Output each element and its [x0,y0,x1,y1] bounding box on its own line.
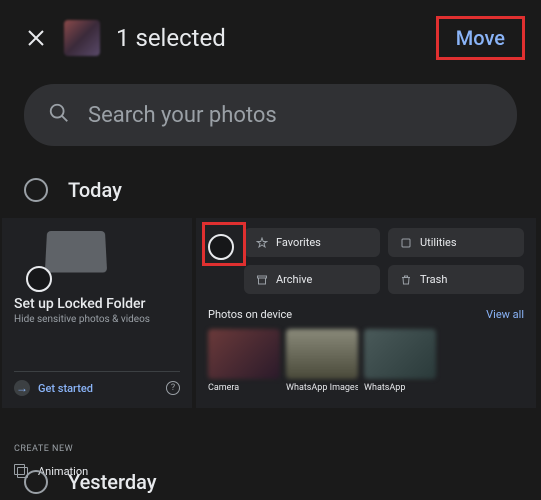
section-title: Today [68,178,122,202]
locked-folder-title: Set up Locked Folder [14,296,180,312]
create-label: CREATE NEW [14,444,180,454]
help-icon[interactable]: ? [166,381,180,395]
chip-label: Utilities [420,236,457,249]
device-header: Photos on device [208,308,292,321]
highlight-box [436,16,525,60]
device-folder[interactable]: WhatsApp [364,329,436,393]
move-button[interactable]: Move [444,20,517,56]
photo-grid: Set up Locked Folder Hide sensitive phot… [0,214,541,412]
archive-icon [256,274,268,286]
arrow-icon: → [14,380,30,396]
device-folder[interactable]: Camera [208,329,280,393]
select-all-today[interactable] [24,178,48,202]
folder-thumb [364,329,436,379]
locked-folder-card[interactable]: Set up Locked Folder Hide sensitive phot… [2,218,192,408]
folder-label: WhatsApp [364,383,436,393]
trash-icon [400,274,412,286]
folder-label: Camera [208,383,280,393]
section-yesterday: Yesterday [24,470,157,494]
utilities-icon [400,237,412,249]
get-started-button[interactable]: → Get started [14,380,93,396]
search-input[interactable]: Search your photos [24,84,517,146]
chip-label: Trash [420,273,447,286]
close-icon[interactable] [24,26,48,50]
search-icon [48,102,70,128]
favorites-chip[interactable]: Favorites [244,228,380,257]
device-folder[interactable]: WhatsApp Images [286,329,358,393]
library-card[interactable]: Favorites Utilities Archive Trash Photos… [196,218,536,408]
archive-chip[interactable]: Archive [244,265,380,294]
search-placeholder: Search your photos [88,103,277,128]
section-today: Today [0,166,541,214]
photo-select-radio[interactable] [26,266,52,292]
header: 1 selected Move [0,0,541,72]
trash-chip[interactable]: Trash [388,265,524,294]
folder-icon [45,231,107,272]
select-all-yesterday[interactable] [24,470,48,494]
highlight-box [202,222,246,266]
star-icon [256,237,268,249]
section-title: Yesterday [68,470,157,494]
selected-thumbnail [64,20,100,56]
utilities-chip[interactable]: Utilities [388,228,524,257]
view-all-link[interactable]: View all [486,308,524,321]
folder-thumb [286,329,358,379]
get-started-label: Get started [38,382,93,395]
page-title: 1 selected [116,24,428,52]
locked-folder-subtitle: Hide sensitive photos & videos [14,314,180,325]
folder-thumb [208,329,280,379]
chip-label: Favorites [276,236,321,249]
chip-label: Archive [276,273,312,286]
folder-label: WhatsApp Images [286,383,358,393]
